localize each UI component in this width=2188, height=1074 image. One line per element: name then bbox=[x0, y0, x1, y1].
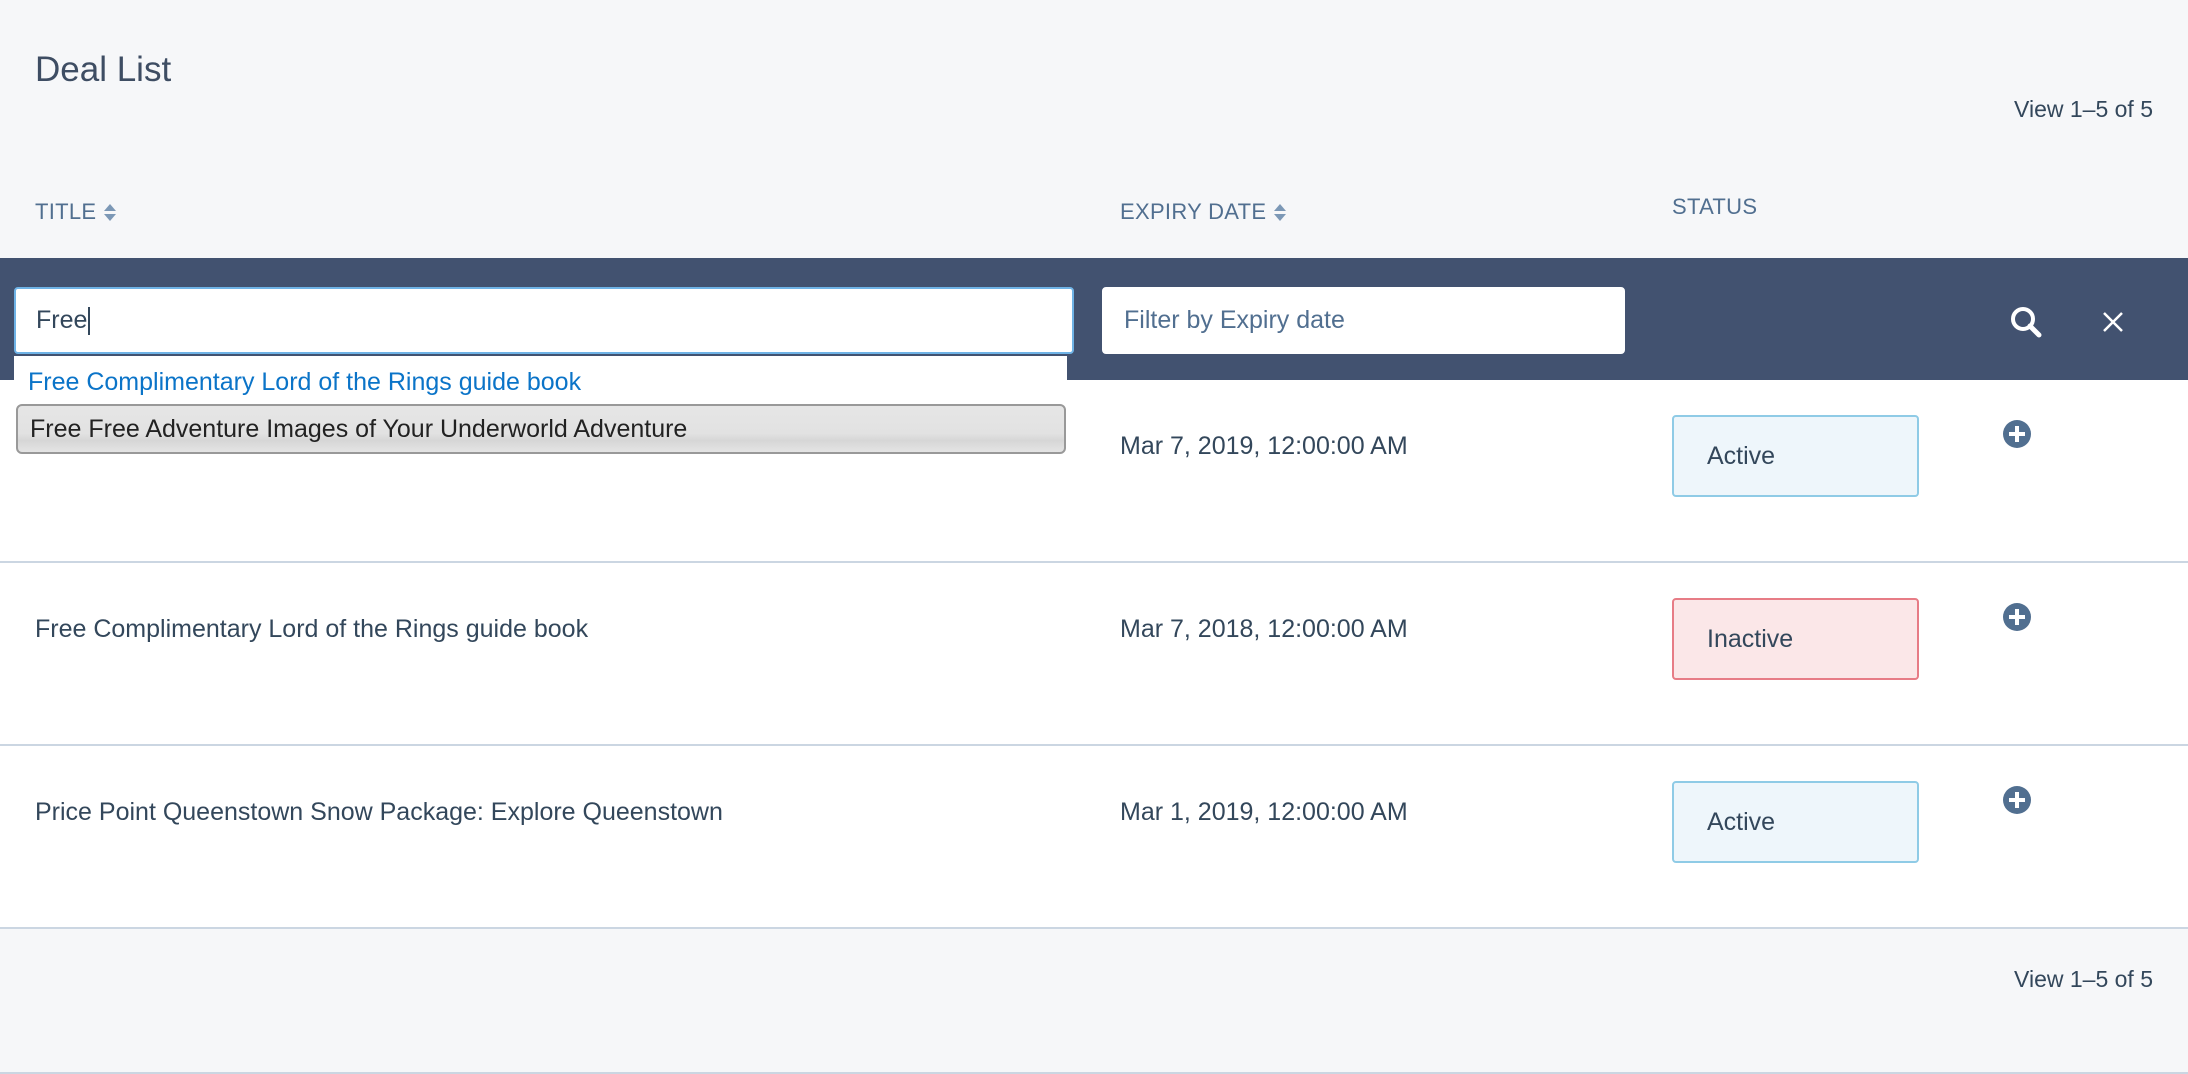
autocomplete-option[interactable]: Free Complimentary Lord of the Rings gui… bbox=[28, 368, 581, 397]
autocomplete-dropdown: Free Complimentary Lord of the Rings gui… bbox=[14, 356, 1067, 456]
text-cursor bbox=[88, 306, 91, 335]
row-expiry: Mar 7, 2018, 12:00:00 AM bbox=[1120, 615, 1408, 643]
sort-icon[interactable] bbox=[1274, 203, 1287, 221]
status-badge: Active bbox=[1672, 415, 1919, 497]
column-header-expiry[interactable]: EXPIRY DATE bbox=[1120, 199, 1287, 225]
row-title[interactable]: Price Point Queenstown Snow Package: Exp… bbox=[35, 798, 723, 827]
pagination-bottom: View 1–5 of 5 bbox=[2014, 966, 2153, 992]
column-expiry-label: EXPIRY DATE bbox=[1120, 199, 1267, 224]
pagination-top: View 1–5 of 5 bbox=[2014, 96, 2153, 122]
autocomplete-option-highlighted[interactable]: Free Free Adventure Images of Your Under… bbox=[16, 404, 1066, 454]
search-button[interactable] bbox=[2004, 300, 2048, 344]
expand-plus-icon[interactable] bbox=[2003, 420, 2031, 448]
status-badge: Inactive bbox=[1672, 598, 1919, 680]
column-status-label: STATUS bbox=[1672, 194, 1758, 219]
expand-plus-icon[interactable] bbox=[2003, 786, 2031, 814]
column-title-label: TITLE bbox=[35, 199, 97, 224]
title-filter-value: Free bbox=[36, 306, 88, 334]
close-icon bbox=[2103, 312, 2123, 332]
table-row: Price Point Queenstown Snow Package: Exp… bbox=[0, 746, 2188, 929]
row-expiry: Mar 7, 2019, 12:00:00 AM bbox=[1120, 432, 1408, 460]
status-badge: Active bbox=[1672, 781, 1919, 863]
title-filter-input[interactable]: Free bbox=[14, 287, 1074, 354]
expiry-filter-input[interactable]: Filter by Expiry date bbox=[1102, 287, 1625, 354]
expand-plus-icon[interactable] bbox=[2003, 603, 2031, 631]
sort-icon[interactable] bbox=[104, 203, 117, 221]
clear-filters-button[interactable] bbox=[2091, 300, 2135, 344]
column-header-title[interactable]: TITLE bbox=[35, 199, 117, 225]
column-header-status: STATUS bbox=[1672, 194, 1757, 220]
expiry-filter-placeholder: Filter by Expiry date bbox=[1124, 306, 1345, 334]
table-row: Free Complimentary Lord of the Rings gui… bbox=[0, 563, 2188, 746]
row-title[interactable]: Free Complimentary Lord of the Rings gui… bbox=[35, 615, 588, 644]
page-title: Deal List bbox=[35, 50, 172, 89]
row-expiry: Mar 1, 2019, 12:00:00 AM bbox=[1120, 798, 1408, 826]
search-icon bbox=[2011, 307, 2042, 338]
